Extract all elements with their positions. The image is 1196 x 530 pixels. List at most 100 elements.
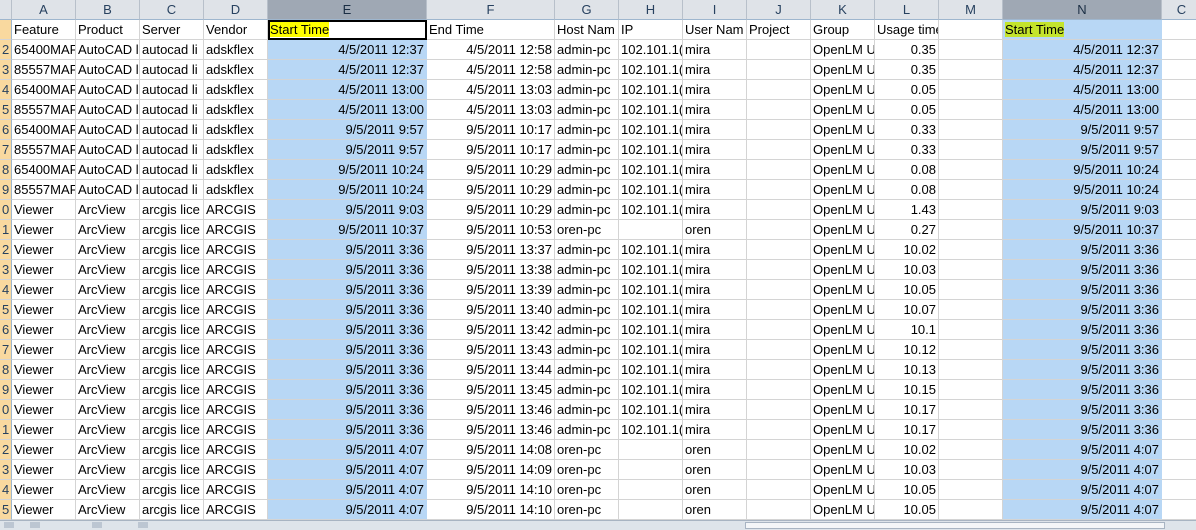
cell-e[interactable]: 9/5/2011 3:36 — [268, 280, 427, 300]
cell-n[interactable]: 4/5/2011 13:00 — [1003, 80, 1162, 100]
cell-h[interactable]: 102.101.1( — [619, 420, 683, 440]
cell-f[interactable]: 9/5/2011 13:43 — [427, 340, 555, 360]
row-number[interactable]: 4 — [0, 480, 12, 500]
cell-b[interactable]: AutoCAD l — [76, 140, 140, 160]
cell-o[interactable] — [1162, 500, 1196, 520]
cell-f[interactable]: 9/5/2011 13:40 — [427, 300, 555, 320]
cell-j[interactable] — [747, 40, 811, 60]
cell-o[interactable] — [1162, 60, 1196, 80]
cell-o[interactable] — [1162, 480, 1196, 500]
cell-i[interactable]: mira — [683, 100, 747, 120]
cell-e[interactable]: 9/5/2011 3:36 — [268, 360, 427, 380]
cell-l[interactable]: 0.08 — [875, 180, 939, 200]
cell-l[interactable]: 10.1 — [875, 320, 939, 340]
cell-b[interactable]: AutoCAD l — [76, 100, 140, 120]
cell-h[interactable]: 102.101.1( — [619, 160, 683, 180]
cell-d[interactable]: adskflex — [204, 80, 268, 100]
cell-j[interactable] — [747, 340, 811, 360]
cell-m[interactable] — [939, 500, 1003, 520]
cell-e[interactable]: 9/5/2011 3:36 — [268, 400, 427, 420]
cell-m[interactable] — [939, 480, 1003, 500]
cell-g[interactable]: admin-pc — [555, 340, 619, 360]
cell-n[interactable]: 9/5/2011 3:36 — [1003, 340, 1162, 360]
cell-a[interactable]: Viewer — [12, 380, 76, 400]
header-cell-h[interactable]: IP — [619, 20, 683, 40]
cell-f[interactable]: 9/5/2011 10:29 — [427, 180, 555, 200]
cell-n[interactable]: 9/5/2011 10:37 — [1003, 220, 1162, 240]
cell-header-o[interactable] — [1162, 20, 1196, 40]
cell-k[interactable]: OpenLM U — [811, 380, 875, 400]
cell-o[interactable] — [1162, 160, 1196, 180]
cell-g[interactable]: admin-pc — [555, 260, 619, 280]
cell-o[interactable] — [1162, 460, 1196, 480]
cell-i[interactable]: mira — [683, 40, 747, 60]
cell-b[interactable]: ArcView — [76, 220, 140, 240]
cell-h[interactable]: 102.101.1( — [619, 380, 683, 400]
row-number[interactable]: 2 — [0, 240, 12, 260]
cell-c[interactable]: arcgis lice — [140, 380, 204, 400]
tab-nav-first-icon[interactable] — [4, 522, 14, 528]
cell-a[interactable]: Viewer — [12, 420, 76, 440]
row-number[interactable]: 8 — [0, 160, 12, 180]
cell-m[interactable] — [939, 260, 1003, 280]
cell-j[interactable] — [747, 320, 811, 340]
cell-m[interactable] — [939, 120, 1003, 140]
cell-c[interactable]: arcgis lice — [140, 280, 204, 300]
cell-h[interactable] — [619, 500, 683, 520]
cell-o[interactable] — [1162, 360, 1196, 380]
cell-c[interactable]: arcgis lice — [140, 220, 204, 240]
cell-j[interactable] — [747, 500, 811, 520]
cell-n[interactable]: 9/5/2011 3:36 — [1003, 320, 1162, 340]
horizontal-scrollbar[interactable] — [745, 522, 1165, 529]
cell-j[interactable] — [747, 180, 811, 200]
row-number[interactable]: 9 — [0, 380, 12, 400]
cell-g[interactable]: admin-pc — [555, 120, 619, 140]
cell-o[interactable] — [1162, 180, 1196, 200]
cell-c[interactable]: arcgis lice — [140, 420, 204, 440]
cell-d[interactable]: ARCGIS — [204, 200, 268, 220]
cell-e[interactable]: 9/5/2011 3:36 — [268, 380, 427, 400]
cell-m[interactable] — [939, 220, 1003, 240]
row-number[interactable] — [0, 20, 12, 40]
header-cell-b[interactable]: Product — [76, 20, 140, 40]
cell-h[interactable]: 102.101.1( — [619, 360, 683, 380]
cell-o[interactable] — [1162, 380, 1196, 400]
cell-n[interactable]: 9/5/2011 10:24 — [1003, 180, 1162, 200]
cell-k[interactable]: OpenLM U — [811, 400, 875, 420]
cell-k[interactable]: OpenLM U — [811, 140, 875, 160]
cell-c[interactable]: arcgis lice — [140, 360, 204, 380]
cell-a[interactable]: 65400MAF — [12, 160, 76, 180]
header-cell-e[interactable]: Start Time — [268, 20, 427, 40]
cell-m[interactable] — [939, 460, 1003, 480]
cell-c[interactable]: arcgis lice — [140, 500, 204, 520]
cell-b[interactable]: ArcView — [76, 480, 140, 500]
cell-b[interactable]: ArcView — [76, 400, 140, 420]
header-cell-l[interactable]: Usage time (hours) — [875, 20, 939, 40]
cell-j[interactable] — [747, 160, 811, 180]
cell-b[interactable]: ArcView — [76, 380, 140, 400]
cell-h[interactable]: 102.101.1( — [619, 200, 683, 220]
cell-j[interactable] — [747, 200, 811, 220]
cell-g[interactable]: admin-pc — [555, 140, 619, 160]
row-number[interactable]: 0 — [0, 400, 12, 420]
column-header-b[interactable]: B — [76, 0, 140, 20]
cell-a[interactable]: Viewer — [12, 240, 76, 260]
cell-c[interactable]: arcgis lice — [140, 200, 204, 220]
cell-m[interactable] — [939, 340, 1003, 360]
cell-c[interactable]: arcgis lice — [140, 300, 204, 320]
cell-j[interactable] — [747, 60, 811, 80]
cell-h[interactable] — [619, 460, 683, 480]
column-header-corner[interactable] — [0, 0, 12, 20]
cell-g[interactable]: admin-pc — [555, 240, 619, 260]
cell-a[interactable]: 85557MAF — [12, 100, 76, 120]
cell-l[interactable]: 10.13 — [875, 360, 939, 380]
cell-c[interactable]: arcgis lice — [140, 320, 204, 340]
cell-i[interactable]: mira — [683, 80, 747, 100]
cell-c[interactable]: arcgis lice — [140, 400, 204, 420]
cell-b[interactable]: ArcView — [76, 440, 140, 460]
cell-a[interactable]: Viewer — [12, 260, 76, 280]
cell-c[interactable]: arcgis lice — [140, 340, 204, 360]
cell-l[interactable]: 0.33 — [875, 120, 939, 140]
cell-f[interactable]: 9/5/2011 14:10 — [427, 500, 555, 520]
column-header-m[interactable]: M — [939, 0, 1003, 20]
